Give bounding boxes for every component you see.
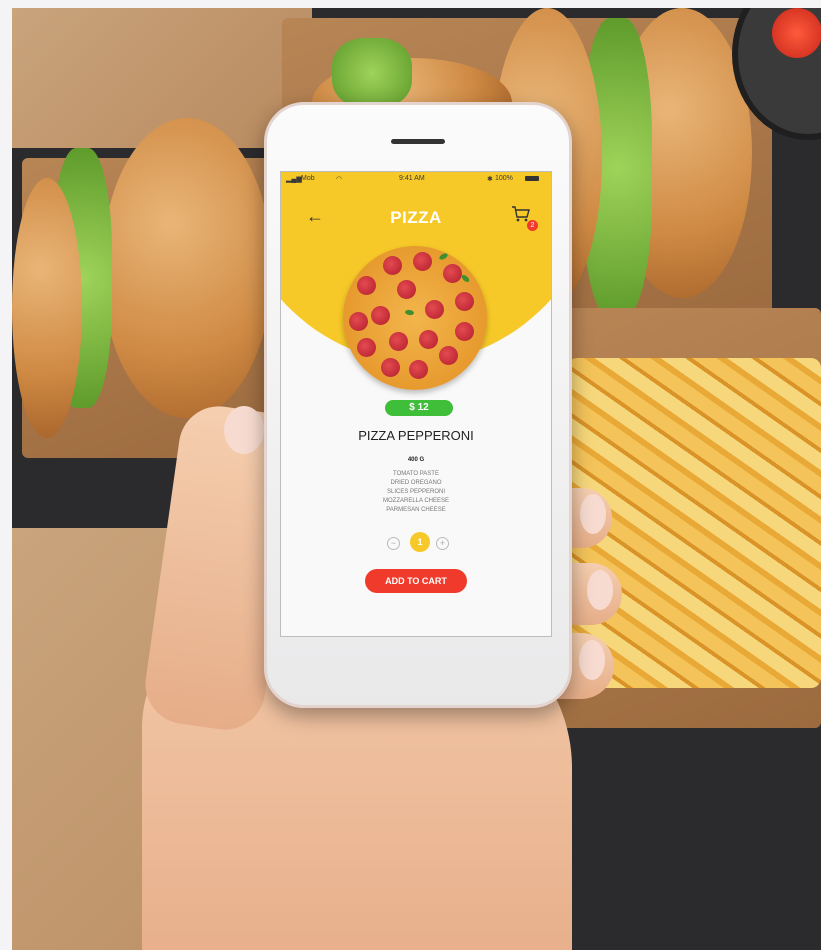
thumb-nail bbox=[224, 406, 264, 454]
pepperoni bbox=[413, 252, 432, 271]
ingredient-list: TOMATO PASTE DRIED OREGANO SLICES PEPPER… bbox=[281, 470, 551, 515]
bluetooth-icon: ✱ bbox=[487, 176, 493, 183]
pepperoni bbox=[371, 306, 390, 325]
cart-count-badge: 2 bbox=[527, 220, 538, 231]
add-to-cart-button[interactable]: ADD TO CART bbox=[365, 569, 467, 593]
pepperoni bbox=[383, 256, 402, 275]
quantity-value: 1 bbox=[410, 532, 430, 552]
finger-3-nail bbox=[579, 640, 605, 680]
pepperoni bbox=[389, 332, 408, 351]
ingredient-item: SLICES PEPPERONI bbox=[386, 489, 446, 495]
signal-icon: ▂▄▆ bbox=[286, 176, 302, 183]
earpiece-speaker bbox=[391, 139, 445, 144]
finger-1-nail bbox=[580, 494, 606, 534]
price-badge: $ 12 bbox=[385, 400, 453, 416]
pepperoni bbox=[357, 338, 376, 357]
pepperoni bbox=[455, 322, 474, 341]
clock: 9:41 AM bbox=[399, 175, 425, 182]
finger-2-nail bbox=[587, 570, 613, 610]
pepperoni bbox=[425, 300, 444, 319]
pepperoni bbox=[419, 330, 438, 349]
burger-left-bottom bbox=[12, 178, 82, 438]
pepperoni bbox=[455, 292, 474, 311]
decrease-quantity-button[interactable]: − bbox=[387, 537, 400, 550]
burger-middle-lettuce bbox=[332, 38, 412, 108]
pepperoni bbox=[439, 346, 458, 365]
burger-left-bun bbox=[102, 118, 272, 418]
pepperoni bbox=[357, 276, 376, 295]
tomato bbox=[772, 8, 821, 58]
ingredient-item: MOZZARELLA CHEESE bbox=[382, 498, 450, 504]
wifi-icon: ◠ bbox=[336, 176, 343, 183]
status-bar: ▂▄▆ Mob ◠ 9:41 AM ✱ 100% bbox=[281, 172, 551, 186]
oregano-leaf bbox=[404, 309, 415, 316]
app-screen: ▂▄▆ Mob ◠ 9:41 AM ✱ 100% ← PIZZA 2 $ 12 … bbox=[280, 171, 552, 637]
smartphone: ▂▄▆ Mob ◠ 9:41 AM ✱ 100% ← PIZZA 2 $ 12 … bbox=[264, 102, 572, 708]
oregano-leaf bbox=[460, 273, 471, 284]
carrier-label: Mob bbox=[301, 175, 315, 182]
pepperoni bbox=[443, 264, 462, 283]
oregano-leaf bbox=[438, 252, 449, 261]
product-name: PIZZA PEPPERONI bbox=[358, 428, 474, 443]
product-weight: 400 G bbox=[407, 457, 425, 463]
ingredient-item: PARMESAN CHEESE bbox=[386, 507, 446, 513]
increase-quantity-button[interactable]: + bbox=[436, 537, 449, 550]
pepperoni bbox=[409, 360, 428, 379]
ingredient-item: TOMATO PASTE bbox=[393, 471, 439, 477]
pepperoni bbox=[349, 312, 368, 331]
quantity-stepper: − 1 + bbox=[385, 532, 451, 554]
battery-percent: 100% bbox=[495, 175, 513, 182]
pepperoni bbox=[397, 280, 416, 299]
pizza-image bbox=[343, 246, 487, 390]
pepperoni bbox=[381, 358, 400, 377]
ingredient-item: DRIED OREGANO bbox=[390, 480, 442, 486]
battery-icon bbox=[525, 176, 539, 181]
